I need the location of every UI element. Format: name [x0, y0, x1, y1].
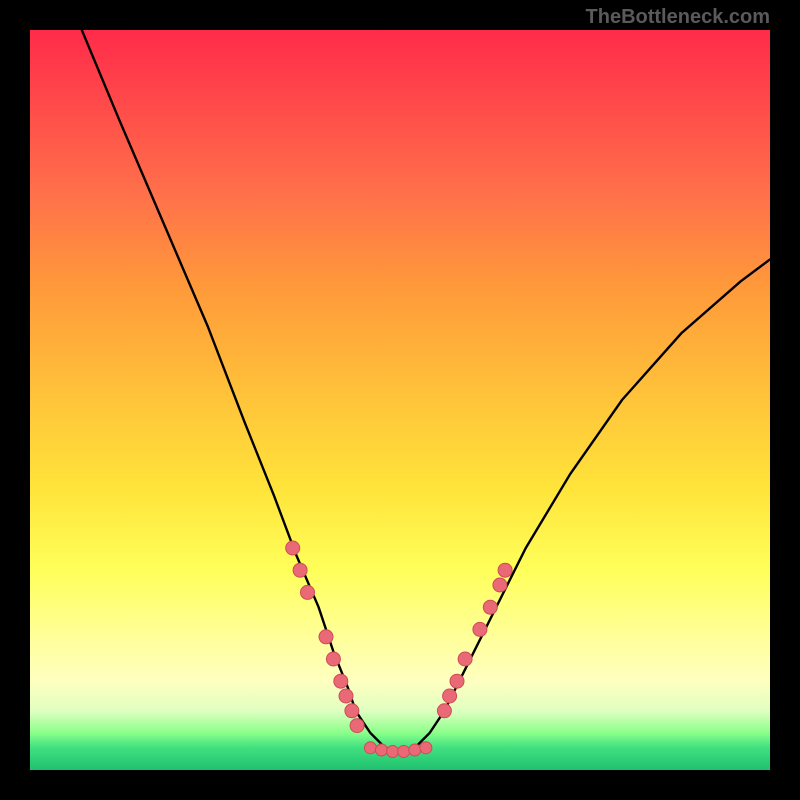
chart-plot-area [30, 30, 770, 770]
marker-dot [319, 630, 333, 644]
marker-dot [409, 744, 421, 756]
marker-dot [334, 674, 348, 688]
marker-dot [339, 689, 353, 703]
watermark-text: TheBottleneck.com [586, 6, 770, 29]
marker-dot [498, 563, 512, 577]
marker-dot [437, 704, 451, 718]
marker-dot [483, 600, 497, 614]
marker-dot [376, 744, 388, 756]
marker-group [286, 541, 512, 758]
marker-dot [473, 622, 487, 636]
marker-dot [420, 742, 432, 754]
marker-dot [458, 652, 472, 666]
marker-dot [301, 585, 315, 599]
marker-dot [387, 746, 399, 758]
marker-dot [350, 719, 364, 733]
marker-dot [364, 742, 376, 754]
marker-dot [443, 689, 457, 703]
marker-dot [293, 563, 307, 577]
marker-dot [326, 652, 340, 666]
marker-dot [345, 704, 359, 718]
marker-dot [286, 541, 300, 555]
marker-dot [493, 578, 507, 592]
marker-dot [398, 746, 410, 758]
marker-dot [450, 674, 464, 688]
bottleneck-curve-svg [30, 30, 770, 770]
bottleneck-curve-line [82, 30, 770, 752]
